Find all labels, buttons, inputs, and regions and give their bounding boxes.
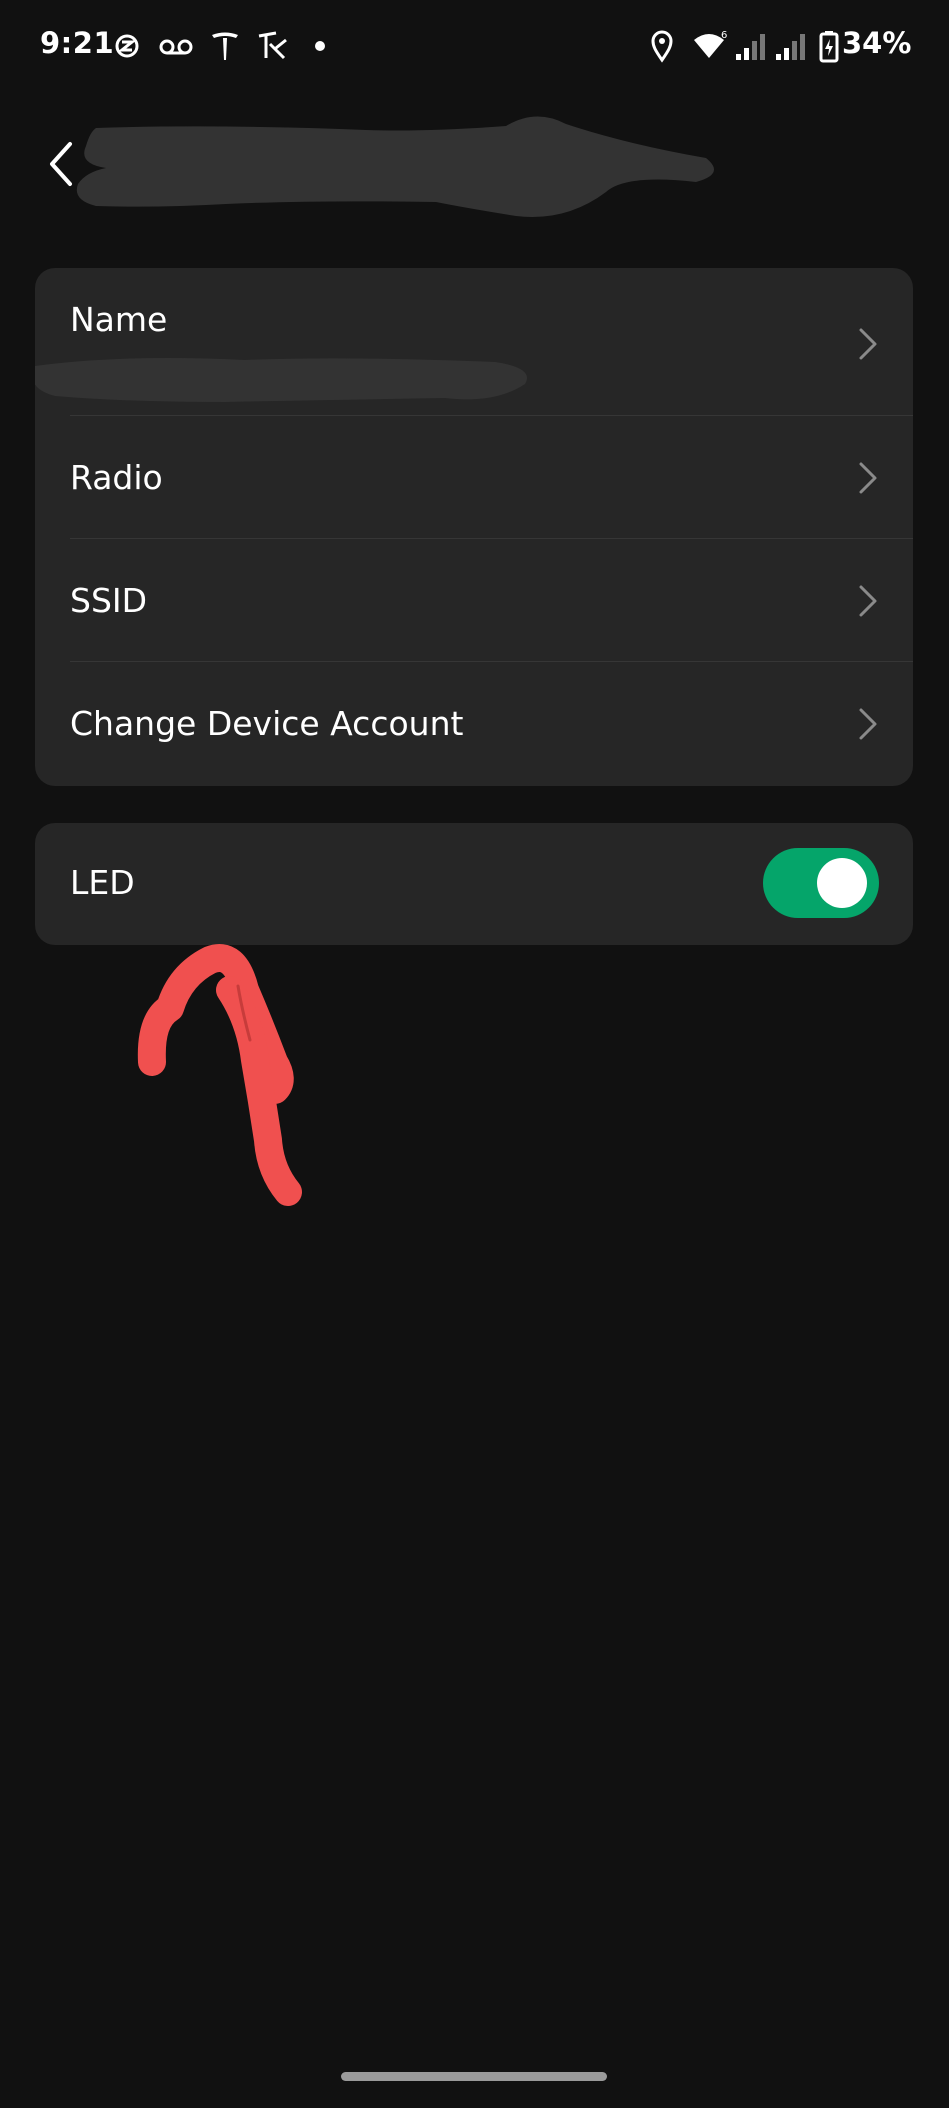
name-label: Name	[70, 300, 168, 339]
redacted-name-value	[35, 358, 527, 402]
settings-row-ssid[interactable]: SSID	[35, 539, 913, 662]
home-indicator[interactable]	[341, 2072, 607, 2081]
location-icon	[651, 30, 673, 63]
status-time: 9:21	[40, 26, 115, 60]
tesla-icon	[212, 32, 238, 60]
change-device-account-label: Change Device Account	[70, 704, 464, 743]
settings-row-change-device-account[interactable]: Change Device Account	[35, 662, 913, 786]
led-label: LED	[70, 863, 135, 902]
app-icon	[258, 31, 287, 60]
radio-label: Radio	[70, 458, 163, 497]
chevron-right-icon	[859, 462, 877, 494]
settings-row-name[interactable]: Name	[35, 268, 913, 416]
dot-icon	[315, 41, 325, 51]
wifi-icon: 6	[694, 30, 727, 58]
toggle-knob	[817, 858, 867, 908]
settings-card: Name Radio SSID Change Device Account	[35, 268, 913, 786]
chevron-right-icon	[859, 708, 877, 740]
red-arrow-annotation	[137, 944, 302, 1206]
svg-text:6: 6	[721, 30, 727, 41]
battery-icon	[819, 31, 839, 63]
led-toggle[interactable]	[763, 848, 879, 918]
sync-icon	[115, 34, 139, 58]
battery-percentage: 34%	[842, 26, 912, 60]
settings-row-radio[interactable]: Radio	[35, 416, 913, 539]
ssid-label: SSID	[70, 581, 148, 620]
signal-icon-2	[776, 34, 805, 60]
signal-icon	[736, 34, 765, 60]
redacted-title	[76, 116, 715, 217]
chevron-right-icon	[859, 585, 877, 617]
status-bar: 9:21 6 34%	[0, 0, 949, 92]
chevron-right-icon	[859, 328, 877, 360]
voicemail-icon	[159, 39, 193, 55]
led-card: LED	[35, 823, 913, 945]
